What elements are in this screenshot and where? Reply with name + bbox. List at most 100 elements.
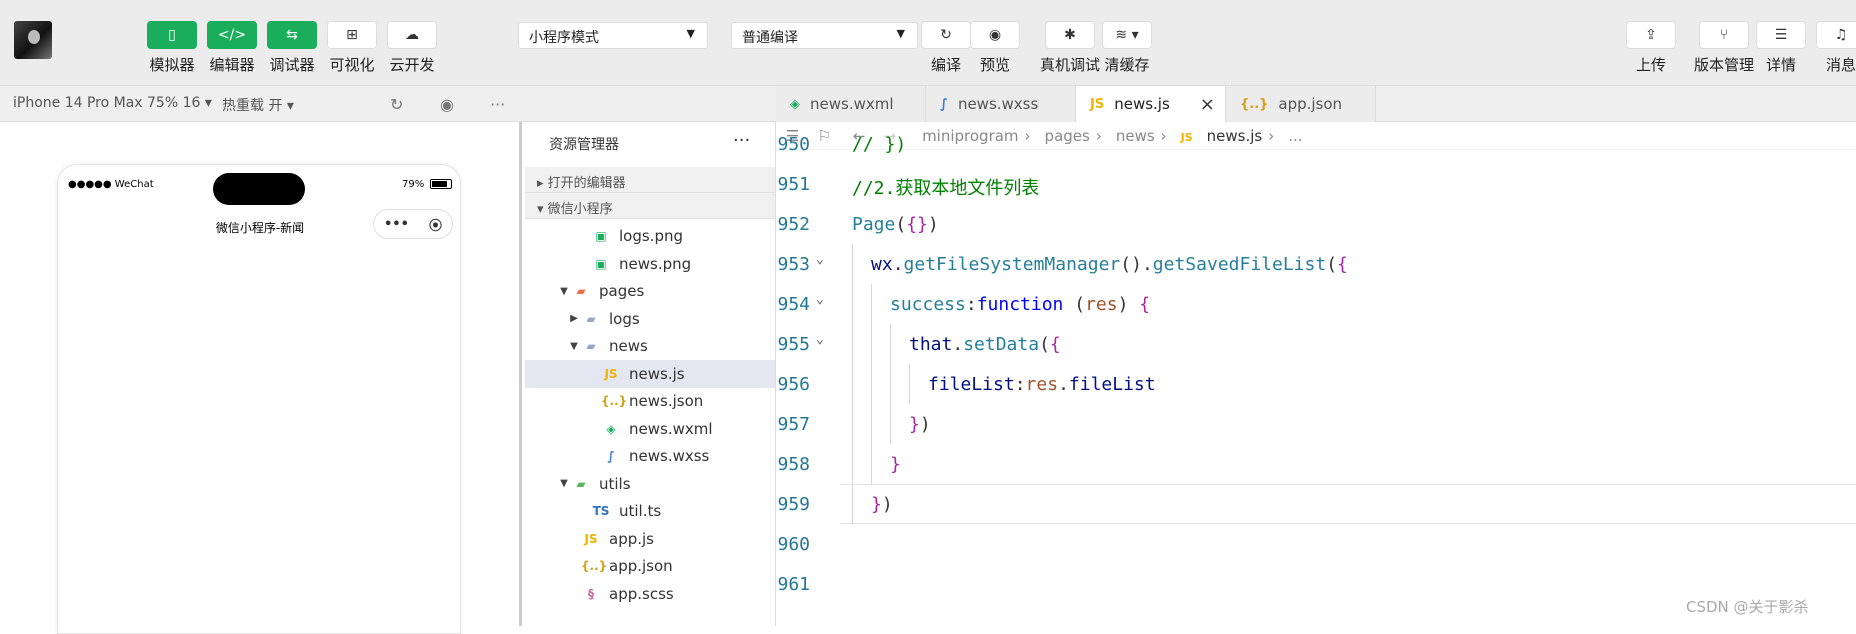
tree-item-label: news.json (629, 392, 704, 411)
fold-chevron-icon[interactable]: ⌄ (816, 252, 824, 267)
tree-item[interactable]: {..} news.json (525, 388, 775, 416)
rotate-icon[interactable]: ↻ (390, 95, 403, 114)
close-circle-icon[interactable]: ⦿ (429, 215, 442, 234)
fold-chevron-icon[interactable]: ⌄ (816, 292, 824, 307)
file-explorer: 资源管理器 ··· ▸ 打开的编辑器 ▾ 微信小程序 ▣3.png▣logs.p… (525, 122, 776, 626)
indent-guide (852, 444, 853, 484)
right-button-1[interactable]: ◉ 预览 (966, 21, 1024, 75)
far-right-button-3[interactable]: ♫ 消息 (1812, 21, 1856, 75)
folder-file-icon: ▰ (586, 311, 596, 326)
toolbar-button-label: 消息 (1825, 56, 1856, 74)
tree-item-label: news.png (619, 254, 692, 273)
bell-icon: ♫ (1816, 21, 1856, 49)
code-token: ) (881, 494, 893, 515)
code-line[interactable]: 950 // }) (776, 124, 1856, 164)
right-button-2[interactable]: ✱ 真机调试 (1033, 21, 1107, 75)
code-token: getFileSystemManager (903, 254, 1121, 275)
tree-item[interactable]: TS util.ts (525, 498, 775, 526)
indent-guide (890, 364, 891, 404)
upload-icon: ⇪ (1626, 21, 1676, 49)
chevron-down-icon: ▼ (896, 27, 905, 40)
toolbar-button-label: 详情 (1765, 56, 1796, 74)
code-line[interactable]: 958} (776, 444, 1856, 484)
more-icon[interactable]: ··· (733, 130, 750, 151)
right-button-3[interactable]: ≋ ▾ 清缓存 (1098, 21, 1156, 75)
tree-item[interactable]: JS app.js (525, 525, 775, 553)
project-section[interactable]: ▾ 微信小程序 (525, 193, 775, 219)
left-button-2[interactable]: ⇆ 调试器 (263, 21, 321, 75)
code-line[interactable]: 959}) (776, 484, 1856, 524)
code-token: //2.获取本地文件列表 (852, 178, 1040, 199)
tree-item[interactable]: {..} app.json (525, 553, 775, 581)
user-avatar[interactable] (14, 21, 52, 59)
tree-item[interactable]: ▼ ▰ pages (525, 278, 775, 306)
code-text: } (890, 454, 901, 475)
compile-select[interactable]: 普通编译 ▼ (731, 22, 918, 49)
tree-item[interactable]: ◈ news.wxml (525, 415, 775, 443)
line-number: 951 (777, 174, 810, 195)
tree-item[interactable]: ▼ ▰ news (525, 333, 775, 361)
left-button-1[interactable]: </> 编辑器 (203, 21, 261, 75)
far-right-button-2[interactable]: ☰ 详情 (1752, 21, 1810, 75)
mode-select[interactable]: 小程序模式 ▼ (518, 22, 708, 49)
tree-item-label: app.json (609, 557, 673, 576)
tree-item[interactable]: ▼ ▰ utils (525, 470, 775, 498)
more-icon[interactable]: ··· (490, 95, 505, 114)
code-token: that (909, 334, 953, 355)
tab-app-json[interactable]: {..} app.json (1226, 86, 1376, 122)
eye-icon: ◉ (970, 21, 1020, 49)
code-token: { (1139, 294, 1151, 315)
tree-item[interactable]: ▶ ▰ logs (525, 305, 775, 333)
left-button-4[interactable]: ☁ 云开发 (383, 21, 441, 75)
line-number: 960 (777, 534, 810, 555)
tree-item-label: logs.png (619, 227, 683, 246)
code-line[interactable]: 952 Page({}) (776, 204, 1856, 244)
tree-item[interactable]: JS news.js (525, 360, 775, 388)
code-line[interactable]: 957}) (776, 404, 1856, 444)
refresh-icon: ↻ (921, 21, 971, 49)
left-button-3[interactable]: ⊞ 可视化 (323, 21, 381, 75)
tab-news-wxss[interactable]: ∫ news.wxss (926, 86, 1076, 122)
fold-chevron-icon[interactable]: ⌄ (816, 332, 824, 347)
tree-item[interactable]: ▣ logs.png (525, 223, 775, 251)
code-text: success:function (res) { (890, 294, 1150, 315)
indent-guide (890, 324, 891, 364)
tree-item-label: app.scss (609, 584, 674, 603)
code-line[interactable]: 951 //2.获取本地文件列表 (776, 164, 1856, 204)
tree-item[interactable]: ∫ news.wxss (525, 443, 775, 471)
indent-guide (871, 444, 872, 484)
code-line[interactable]: 953 ⌄ wx.getFileSystemManager().getSavedFi… (776, 244, 1856, 284)
compile-select-value: 普通编译 (742, 30, 798, 46)
tree-item[interactable]: § app.scss (525, 580, 775, 608)
code-token: (). (1120, 254, 1153, 275)
hot-reload-toggle[interactable]: 热重载 开 ▾ (222, 95, 294, 115)
capsule-menu[interactable]: ••• ⦿ (373, 209, 453, 239)
code-line[interactable]: 960 (776, 524, 1856, 564)
code-text: Page({}) (852, 214, 939, 235)
tab-news-js[interactable]: JS news.js × (1076, 86, 1226, 122)
code-lines[interactable]: 950// }) 951//2.获取本地文件列表 952 Page({}) 953 ⌄ wx… (776, 134, 1856, 604)
code-token: : (1014, 374, 1026, 395)
code-icon: </> (207, 21, 257, 49)
device-select[interactable]: iPhone 14 Pro Max 75% 16 ▾ (13, 95, 212, 111)
tree-item[interactable]: ▣ news.png (525, 250, 775, 278)
code-text: }) (909, 414, 931, 435)
stop-icon[interactable]: ◉ (440, 95, 454, 114)
open-editors-section[interactable]: ▸ 打开的编辑器 (525, 167, 775, 193)
close-icon[interactable]: × (1200, 94, 1215, 115)
tab-news-wxml[interactable]: ◈ news.wxml (776, 86, 926, 122)
dynamic-island (213, 173, 305, 205)
code-token: ) (927, 214, 939, 235)
left-button-0[interactable]: ▯ 模拟器 (143, 21, 201, 75)
code-line[interactable]: 955 ⌄ that.setData({ (776, 324, 1856, 364)
indent-guide (871, 324, 872, 364)
battery-icon (430, 179, 452, 189)
json-file-icon: {..} (1240, 96, 1269, 112)
hot-reload-label: 热重载 开 (222, 98, 283, 114)
code-line[interactable]: 954 ⌄ success:function (res) { (776, 284, 1856, 324)
line-number: 952 (777, 214, 810, 235)
sliders-icon: ⇆ (267, 21, 317, 49)
far-right-button-0[interactable]: ⇪ 上传 (1622, 21, 1680, 75)
code-line[interactable]: 956 fileList:res.fileList (776, 364, 1856, 404)
more-dots-icon[interactable]: ••• (384, 217, 409, 232)
